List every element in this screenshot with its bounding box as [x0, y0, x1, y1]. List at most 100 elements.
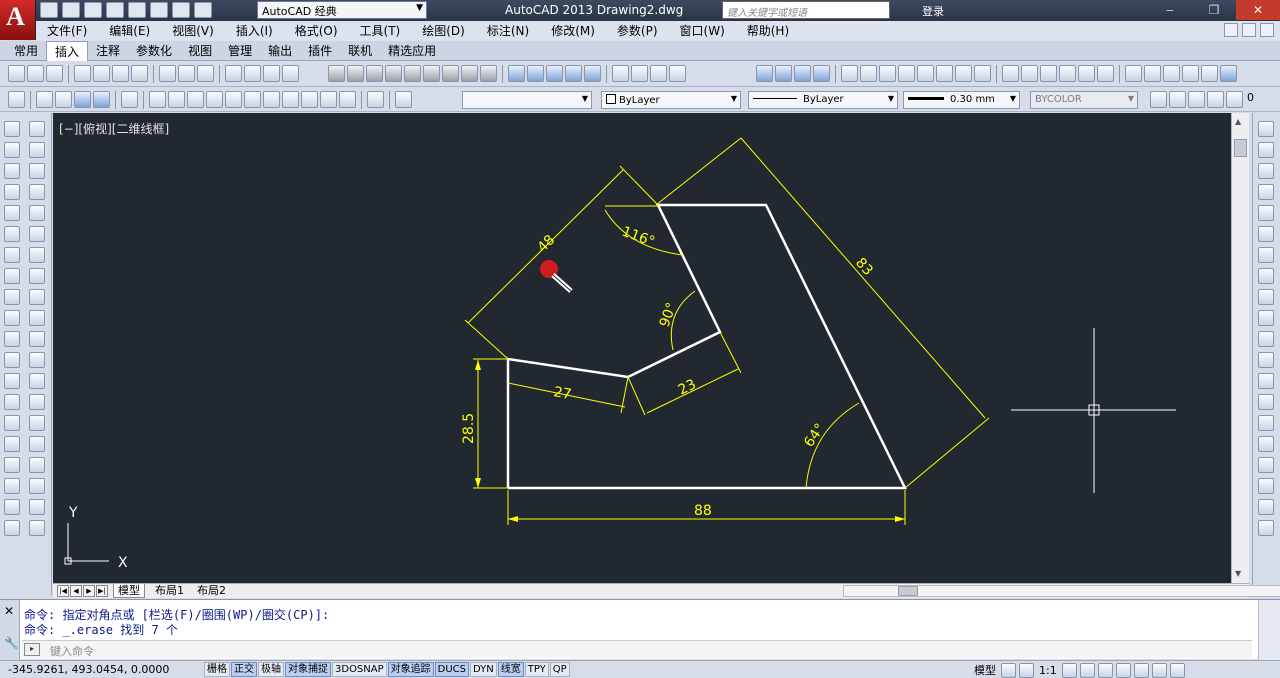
se-iso-icon[interactable] — [301, 91, 318, 108]
new-icon[interactable] — [40, 2, 58, 18]
ellipse-icon[interactable] — [4, 310, 20, 326]
dim-64[interactable]: 64° — [801, 421, 828, 451]
menu-parametric[interactable]: 参数(P) — [606, 21, 669, 41]
cone-icon[interactable] — [366, 65, 383, 82]
ucs-dropdown[interactable]: ▼ — [462, 91, 592, 109]
planar-icon[interactable] — [480, 65, 497, 82]
hardware-acceleration-icon[interactable] — [1133, 662, 1149, 678]
tab-output[interactable]: 输出 — [260, 41, 300, 60]
workspace-switch-icon[interactable] — [1097, 662, 1113, 678]
erase-icon[interactable] — [29, 121, 45, 137]
union-icon[interactable] — [612, 65, 629, 82]
quick-dim-icon[interactable] — [178, 65, 195, 82]
union2-icon[interactable] — [756, 65, 773, 82]
menu-tools[interactable]: 工具(T) — [349, 21, 412, 41]
move3d-icon[interactable] — [669, 65, 686, 82]
break-point-icon[interactable] — [29, 352, 45, 368]
subtract-icon[interactable] — [631, 65, 648, 82]
mirror3d-icon[interactable] — [1182, 65, 1199, 82]
menu-view[interactable]: 视图(V) — [161, 21, 225, 41]
blend-icon[interactable] — [29, 457, 45, 473]
lock-icon[interactable] — [1115, 662, 1131, 678]
dim-27[interactable]: 27 — [552, 384, 572, 403]
join-icon[interactable] — [29, 394, 45, 410]
command-window-handle[interactable]: ✕ 🔧 — [0, 600, 20, 660]
separate-icon[interactable] — [1040, 65, 1057, 82]
shell-icon[interactable] — [1059, 65, 1076, 82]
offset-face-icon[interactable] — [879, 65, 896, 82]
add-selected-icon[interactable] — [4, 520, 20, 536]
copy-face-icon[interactable] — [955, 65, 972, 82]
menu-file[interactable]: 文件(F) — [36, 21, 98, 41]
explode-icon[interactable] — [1258, 478, 1274, 494]
command-scrollbar[interactable] — [1258, 600, 1280, 660]
edit-polyline-icon[interactable] — [29, 499, 45, 515]
break-icon[interactable] — [29, 373, 45, 389]
osnap-toggle[interactable]: 对象捕捉 — [285, 662, 331, 677]
restore-icon[interactable]: ❐ — [1192, 0, 1236, 20]
minimize-icon[interactable]: ‒ — [1148, 0, 1192, 20]
front-view-icon[interactable] — [244, 91, 261, 108]
extend-icon[interactable] — [29, 331, 45, 347]
copy-icon[interactable] — [1258, 142, 1274, 158]
sweep-icon[interactable] — [546, 65, 563, 82]
extrude-icon[interactable] — [508, 65, 525, 82]
quick-view-layouts-icon[interactable] — [1001, 662, 1016, 678]
tolerance-icon[interactable] — [282, 65, 299, 82]
mirror-icon[interactable] — [29, 163, 45, 179]
part-outline[interactable] — [506, 203, 908, 490]
doc-restore-icon[interactable] — [1242, 23, 1256, 37]
edit-polyline-icon[interactable] — [1258, 499, 1274, 515]
tab-home[interactable]: 常用 — [6, 41, 46, 60]
scroll-up-icon[interactable]: ▲ — [1235, 117, 1241, 126]
stretch-icon[interactable] — [29, 289, 45, 305]
erase-icon[interactable] — [1258, 121, 1274, 137]
arc-icon[interactable] — [4, 226, 20, 242]
doc-minimize-icon[interactable] — [1224, 23, 1238, 37]
array3d-icon[interactable] — [1201, 65, 1218, 82]
revolve-icon[interactable] — [565, 65, 582, 82]
array-icon[interactable] — [1258, 205, 1274, 221]
table-icon[interactable] — [4, 478, 20, 494]
ellipse-arc-icon[interactable] — [4, 331, 20, 347]
tab-layout2[interactable]: 布局2 — [193, 584, 230, 598]
dim-23[interactable]: 23 — [676, 376, 699, 398]
first-layout-icon[interactable]: |◀ — [57, 585, 69, 597]
section-icon[interactable] — [1125, 65, 1142, 82]
angular-icon[interactable] — [159, 65, 176, 82]
last-layout-icon[interactable]: ▶| — [96, 585, 108, 597]
tab-featured-apps[interactable]: 精选应用 — [380, 41, 444, 60]
annotation-scale[interactable]: 1:1 — [1037, 664, 1059, 677]
rotate-face-icon[interactable] — [917, 65, 934, 82]
make-block-icon[interactable] — [4, 373, 20, 389]
hscroll-thumb[interactable] — [898, 586, 918, 596]
scroll-thumb[interactable] — [1234, 139, 1247, 157]
array-icon[interactable] — [29, 205, 45, 221]
right-view-icon[interactable] — [225, 91, 242, 108]
presspull-icon[interactable] — [527, 65, 544, 82]
undo-icon[interactable] — [150, 2, 168, 18]
line-icon[interactable] — [4, 121, 20, 137]
login-button[interactable]: 登录 — [922, 3, 944, 19]
qp-toggle[interactable]: QP — [549, 662, 570, 677]
ortho-toggle[interactable]: 正交 — [231, 662, 257, 677]
revcloud-icon[interactable] — [4, 268, 20, 284]
open-icon[interactable] — [62, 2, 80, 18]
blend-icon[interactable] — [1258, 457, 1274, 473]
box-icon[interactable] — [328, 65, 345, 82]
lightbulb-icon[interactable] — [1169, 91, 1186, 108]
dim-28-5[interactable]: 28.5 — [461, 413, 477, 444]
mirror-icon[interactable] — [1258, 163, 1274, 179]
sun-icon[interactable] — [1188, 91, 1205, 108]
stretch-icon[interactable] — [1258, 289, 1274, 305]
close-icon[interactable]: ✕ — [1236, 0, 1280, 20]
move-icon[interactable] — [29, 226, 45, 242]
torus-icon[interactable] — [423, 65, 440, 82]
menu-help[interactable]: 帮助(H) — [736, 21, 800, 41]
tab-parametric[interactable]: 参数化 — [128, 41, 180, 60]
mtext-icon[interactable] — [4, 499, 20, 515]
clean-screen-icon[interactable] — [1169, 662, 1185, 678]
extend-icon[interactable] — [1258, 331, 1274, 347]
radius-icon[interactable] — [93, 65, 110, 82]
wrench-icon[interactable]: 🔧 — [4, 636, 19, 650]
